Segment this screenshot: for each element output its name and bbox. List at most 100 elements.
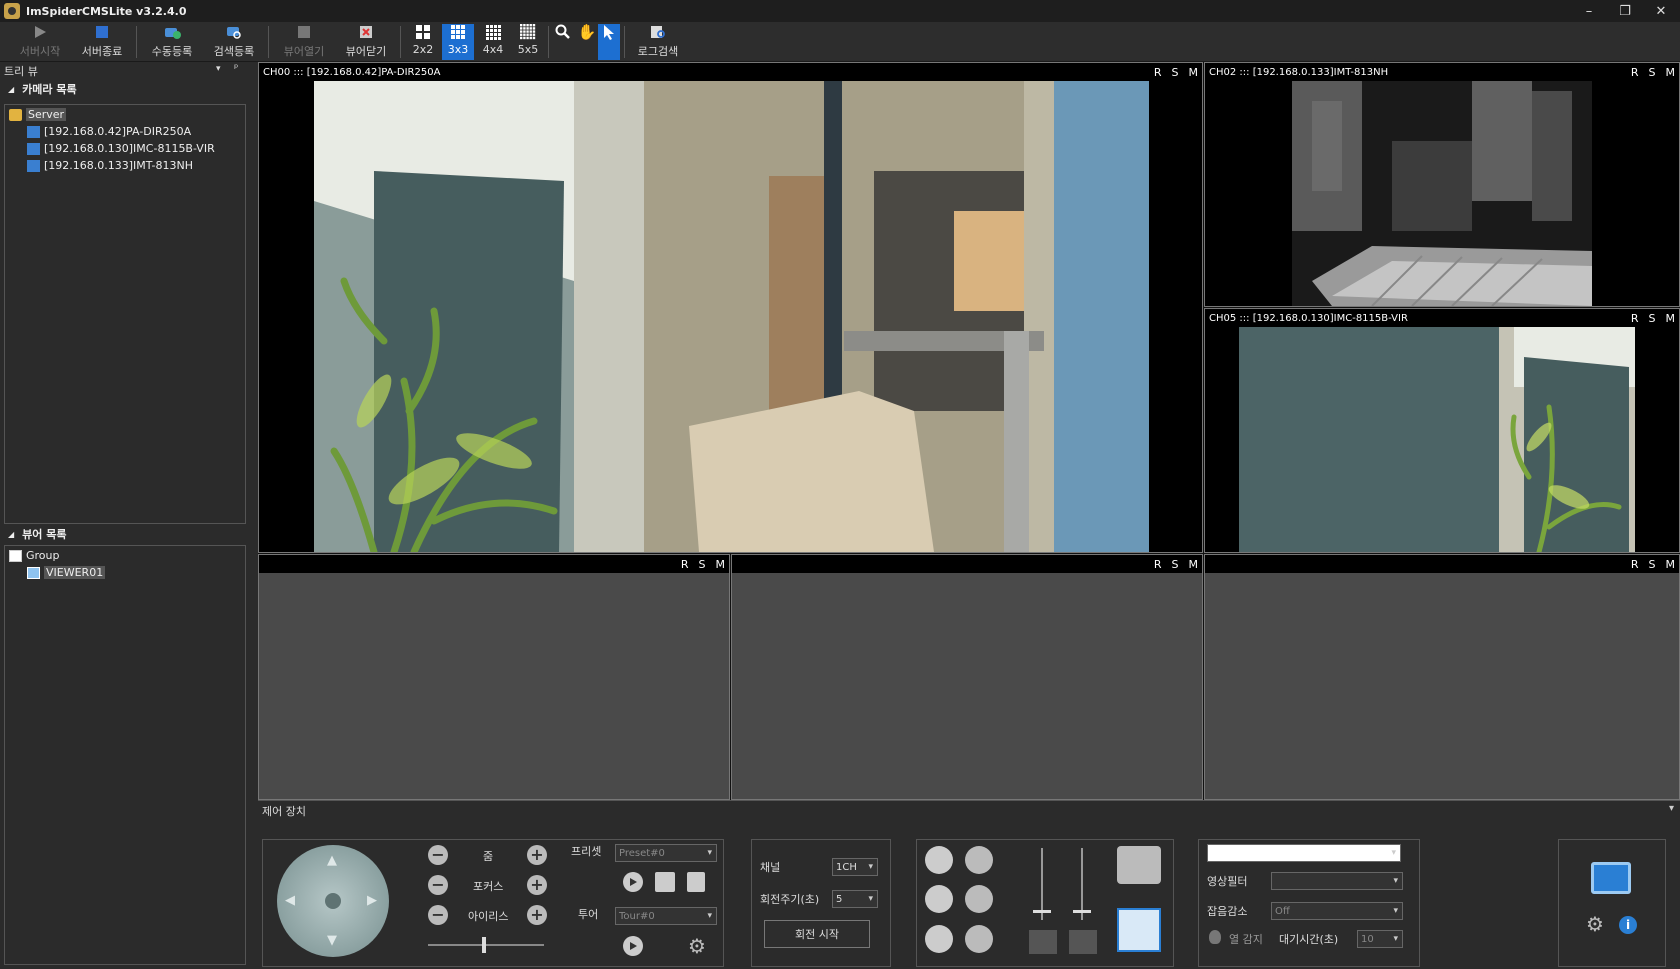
noise-select[interactable]: Off (1271, 902, 1403, 920)
camera-list-header[interactable]: ◢ 카메라 목록 (0, 80, 250, 98)
mute-button[interactable]: M (1666, 312, 1676, 325)
minimize-button[interactable]: – (1572, 0, 1606, 22)
preset-delete-icon[interactable] (687, 872, 705, 892)
record-all-icon[interactable] (965, 846, 993, 874)
record-button[interactable]: R (1631, 66, 1639, 79)
mute-button[interactable]: M (1666, 66, 1676, 79)
video-cell-ch00[interactable]: CH00 ::: [192.168.0.42]PA-DIR250A R S M (258, 62, 1203, 553)
video-cell-empty[interactable]: R S M (1204, 554, 1680, 800)
tree-node-camera[interactable]: [192.168.0.130]IMC-8115B-VIR (27, 140, 245, 157)
tour-settings-icon[interactable]: ⚙ (687, 936, 707, 956)
arrow-down-icon[interactable]: ▼ (327, 933, 337, 948)
filter-preset-select[interactable] (1207, 844, 1401, 862)
ptz-joystick[interactable]: ▲ ▼ ◀ ▶ (277, 845, 389, 957)
record-stop-all-icon[interactable] (965, 885, 993, 913)
snapshot-camera-icon[interactable] (1117, 846, 1161, 884)
video-cell-ch05[interactable]: CH05 ::: [192.168.0.130]IMC-8115B-VIR R … (1204, 308, 1680, 553)
close-button[interactable]: ✕ (1644, 0, 1678, 22)
channel-select[interactable]: 1CH (832, 858, 878, 876)
tree-node-camera[interactable]: [192.168.0.133]IMT-813NH (27, 157, 245, 174)
mute-button[interactable]: M (716, 558, 726, 571)
snapshot-button[interactable]: S (1649, 312, 1656, 325)
video-cell-ch02[interactable]: CH02 ::: [192.168.0.133]IMT-813NH R S M (1204, 62, 1680, 307)
tree-node-camera[interactable]: [192.168.0.42]PA-DIR250A (27, 123, 245, 140)
grid-5x5-button[interactable]: 5x5 (513, 24, 543, 60)
channel-controls: R S M (1631, 309, 1675, 327)
monitor-icon[interactable] (1591, 862, 1631, 894)
preset-select[interactable]: Preset#0 (615, 844, 717, 862)
select-tool-button[interactable] (598, 24, 620, 60)
toolbar-divider (400, 26, 401, 58)
mute-button[interactable]: M (1189, 558, 1199, 571)
slider-thumb[interactable] (482, 937, 486, 953)
speaker-icon[interactable] (1029, 930, 1057, 954)
mic-thumb[interactable] (1073, 910, 1091, 913)
record-button[interactable]: R (1631, 312, 1639, 325)
speed-slider[interactable] (428, 937, 544, 953)
settings-gear-icon[interactable]: ⚙ (1585, 914, 1605, 934)
pin-icon[interactable]: ᵖ (234, 63, 238, 74)
record-button[interactable]: R (1154, 66, 1162, 79)
focus-near-button[interactable]: − (428, 875, 448, 895)
volume-thumb[interactable] (1033, 910, 1051, 913)
viewer-close-button[interactable]: 뷰어닫기 (340, 24, 392, 60)
dropdown-icon[interactable]: ▾ (216, 64, 221, 74)
snapshot-button[interactable]: S (1649, 66, 1656, 79)
focus-far-button[interactable]: + (527, 875, 547, 895)
joystick-center[interactable] (325, 893, 341, 909)
wait-time-select[interactable]: 10 (1357, 930, 1403, 948)
mute-button[interactable]: M (1666, 558, 1676, 571)
log-search-button[interactable]: 로그검색 (632, 24, 684, 60)
zoom-tool-button[interactable] (552, 24, 574, 60)
snapshot-button[interactable]: S (1172, 558, 1179, 571)
restore-button[interactable]: ❐ (1608, 0, 1642, 22)
fullscreen-icon[interactable] (1117, 908, 1161, 952)
manual-register-button[interactable]: 수동등록 (146, 24, 198, 60)
server-stop-button[interactable]: 서버종료 (76, 24, 128, 60)
collapse-panel-icon[interactable]: ▾ (1669, 803, 1674, 814)
snapshot-button[interactable]: S (699, 558, 706, 571)
video-filter-select[interactable] (1271, 872, 1403, 890)
record-button[interactable]: R (681, 558, 689, 571)
preset-go-button[interactable] (623, 872, 643, 892)
tree-node-group[interactable]: Group (9, 547, 245, 564)
grid-4x4-button[interactable]: 4x4 (478, 24, 508, 60)
video-cell-empty[interactable]: R S M (258, 554, 730, 800)
snapshot-button[interactable]: S (1649, 558, 1656, 571)
record-button[interactable]: R (1154, 558, 1162, 571)
preset-save-icon[interactable] (655, 872, 675, 892)
rotation-select[interactable]: 5 (832, 890, 878, 908)
snapshot-button[interactable]: S (1172, 66, 1179, 79)
tree-node-viewer[interactable]: VIEWER01 (27, 564, 245, 581)
grid-3x3-button[interactable]: 3x3 (442, 24, 474, 60)
record-remove-icon[interactable] (925, 925, 953, 953)
record-button[interactable]: R (1631, 558, 1639, 571)
tree-node-server[interactable]: Server (9, 106, 245, 123)
server-start-button[interactable]: 서버시작 (14, 24, 66, 60)
arrow-right-icon[interactable]: ▶ (367, 893, 377, 908)
zoom-out-button[interactable]: − (428, 845, 448, 865)
camera-icon (27, 125, 40, 138)
rotation-start-button[interactable]: 회전 시작 (764, 920, 870, 948)
tour-select[interactable]: Tour#0 (615, 907, 717, 925)
grid-2x2-button[interactable]: 2x2 (408, 24, 438, 60)
record-stop-icon[interactable] (925, 885, 953, 913)
search-register-button[interactable]: 검색등록 (208, 24, 260, 60)
record-start-icon[interactable] (925, 846, 953, 874)
grid-2x2-icon (414, 24, 432, 40)
pan-tool-button[interactable]: ✋ (576, 23, 598, 60)
zoom-in-button[interactable]: + (527, 845, 547, 865)
arrow-left-icon[interactable]: ◀ (285, 893, 295, 908)
toolbar-divider (624, 26, 625, 58)
tour-play-button[interactable] (623, 936, 643, 956)
record-delete-icon[interactable] (965, 925, 993, 953)
viewer-list-header[interactable]: ◢ 뷰어 목록 (0, 525, 246, 543)
iris-open-button[interactable]: + (527, 905, 547, 925)
arrow-up-icon[interactable]: ▲ (327, 853, 337, 868)
video-cell-empty[interactable]: R S M (731, 554, 1203, 800)
microphone-icon[interactable] (1069, 930, 1097, 954)
iris-close-button[interactable]: − (428, 905, 448, 925)
mute-button[interactable]: M (1189, 66, 1199, 79)
info-icon[interactable]: i (1619, 916, 1637, 934)
viewer-open-button[interactable]: 뷰어열기 (278, 24, 330, 60)
